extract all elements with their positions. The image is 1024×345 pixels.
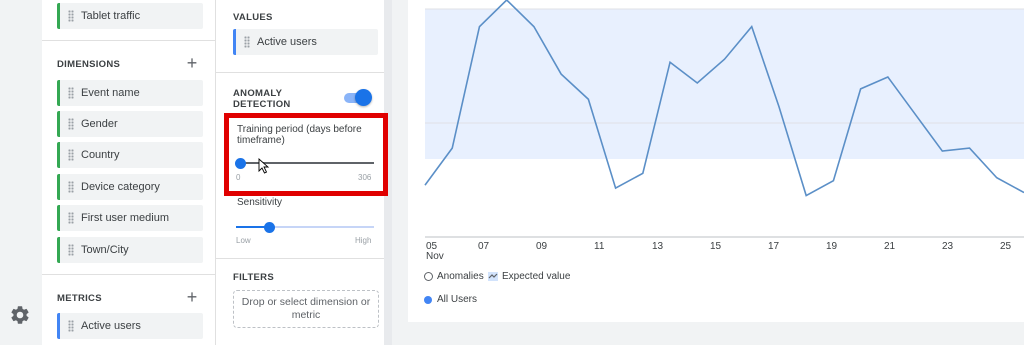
anomaly-detection-toggle[interactable]: [344, 88, 372, 108]
dimension-chip[interactable]: Gender: [57, 111, 203, 137]
x-tick-label: 25: [1000, 241, 1012, 252]
dimension-chip[interactable]: Event name: [57, 80, 203, 106]
chip-label: Tablet traffic: [81, 10, 141, 22]
chip-label: Town/City: [81, 244, 129, 256]
x-tick-label: 15: [710, 241, 722, 252]
training-period-slider-knob[interactable]: [235, 158, 246, 169]
training-min-label: 0: [236, 173, 241, 182]
expected-range-band: [425, 9, 1024, 159]
legend-expected-value[interactable]: Expected value: [488, 271, 570, 282]
add-dimension-button[interactable]: +: [185, 54, 199, 72]
training-period-label: Training period (days before timeframe): [237, 124, 362, 146]
divider: [42, 40, 216, 41]
panel-gap: [392, 0, 408, 345]
x-tick-label: 11: [594, 241, 605, 252]
anomaly-circle-icon: [424, 272, 433, 281]
chip-label: Active users: [257, 36, 317, 48]
variables-panel: Tablet traffic DIMENSIONS + Event name G…: [42, 0, 216, 345]
chip-label: Active users: [81, 320, 141, 332]
chip-label: Country: [81, 149, 120, 161]
dimension-chip[interactable]: Device category: [57, 174, 203, 200]
series-dot-icon: [424, 295, 432, 304]
dimension-chip[interactable]: Town/City: [57, 237, 203, 263]
x-month-label: Nov: [426, 251, 444, 262]
values-title: VALUES: [233, 12, 273, 23]
metrics-title: METRICS: [57, 293, 102, 304]
filters-drop-zone[interactable]: Drop or select dimension or metric: [233, 290, 379, 328]
drag-handle-icon[interactable]: [68, 212, 74, 224]
drag-handle-icon[interactable]: [68, 181, 74, 193]
drag-handle-icon[interactable]: [68, 87, 74, 99]
divider: [42, 274, 216, 275]
drag-handle-icon[interactable]: [244, 36, 250, 48]
left-rail: [0, 0, 42, 345]
x-tick-label: 17: [768, 241, 780, 252]
x-tick-label: 13: [652, 241, 664, 252]
legend-anomalies[interactable]: Anomalies: [424, 271, 484, 282]
gear-icon[interactable]: [9, 304, 31, 326]
chip-label: Gender: [81, 118, 118, 130]
filters-title: FILTERS: [233, 272, 274, 283]
dimension-chip[interactable]: First user medium: [57, 205, 203, 231]
x-tick-label: 23: [942, 241, 954, 252]
x-tick-label: 19: [826, 241, 838, 252]
drag-handle-icon[interactable]: [68, 244, 74, 256]
toggle-knob: [355, 89, 372, 106]
expected-value-icon: [488, 272, 498, 281]
sensitivity-low-label: Low: [236, 236, 251, 245]
legend-anomalies-label: Anomalies: [437, 271, 484, 282]
chip-label: Device category: [81, 181, 160, 193]
drag-handle-icon[interactable]: [68, 118, 74, 130]
sensitivity-high-label: High: [355, 236, 372, 245]
drag-handle-icon[interactable]: [68, 149, 74, 161]
segment-chip-tablet-traffic[interactable]: Tablet traffic: [57, 3, 203, 29]
anomaly-detection-title-line1: ANOMALY: [233, 88, 283, 99]
chip-label: Event name: [81, 87, 140, 99]
x-tick-label: 21: [884, 241, 896, 252]
drag-handle-icon[interactable]: [68, 320, 74, 332]
legend-expected-label: Expected value: [502, 271, 571, 282]
value-chip[interactable]: Active users: [233, 29, 378, 55]
x-tick-label: 09: [536, 241, 548, 252]
chip-label: First user medium: [81, 212, 170, 224]
training-max-label: 306: [358, 173, 372, 182]
mouse-cursor-icon: [258, 158, 270, 174]
metric-chip[interactable]: Active users: [57, 313, 203, 339]
sensitivity-label: Sensitivity: [237, 197, 283, 208]
add-metric-button[interactable]: +: [185, 288, 199, 306]
anomaly-detection-title-line2: DETECTION: [233, 99, 291, 110]
x-tick-label: 07: [478, 241, 490, 252]
legend-series-all-users[interactable]: All Users: [424, 294, 477, 305]
divider: [216, 72, 384, 73]
dimensions-title: DIMENSIONS: [57, 59, 121, 70]
drag-handle-icon[interactable]: [68, 10, 74, 22]
dimension-chip[interactable]: Country: [57, 142, 203, 168]
divider: [216, 258, 384, 259]
legend-series-label: All Users: [437, 294, 478, 305]
